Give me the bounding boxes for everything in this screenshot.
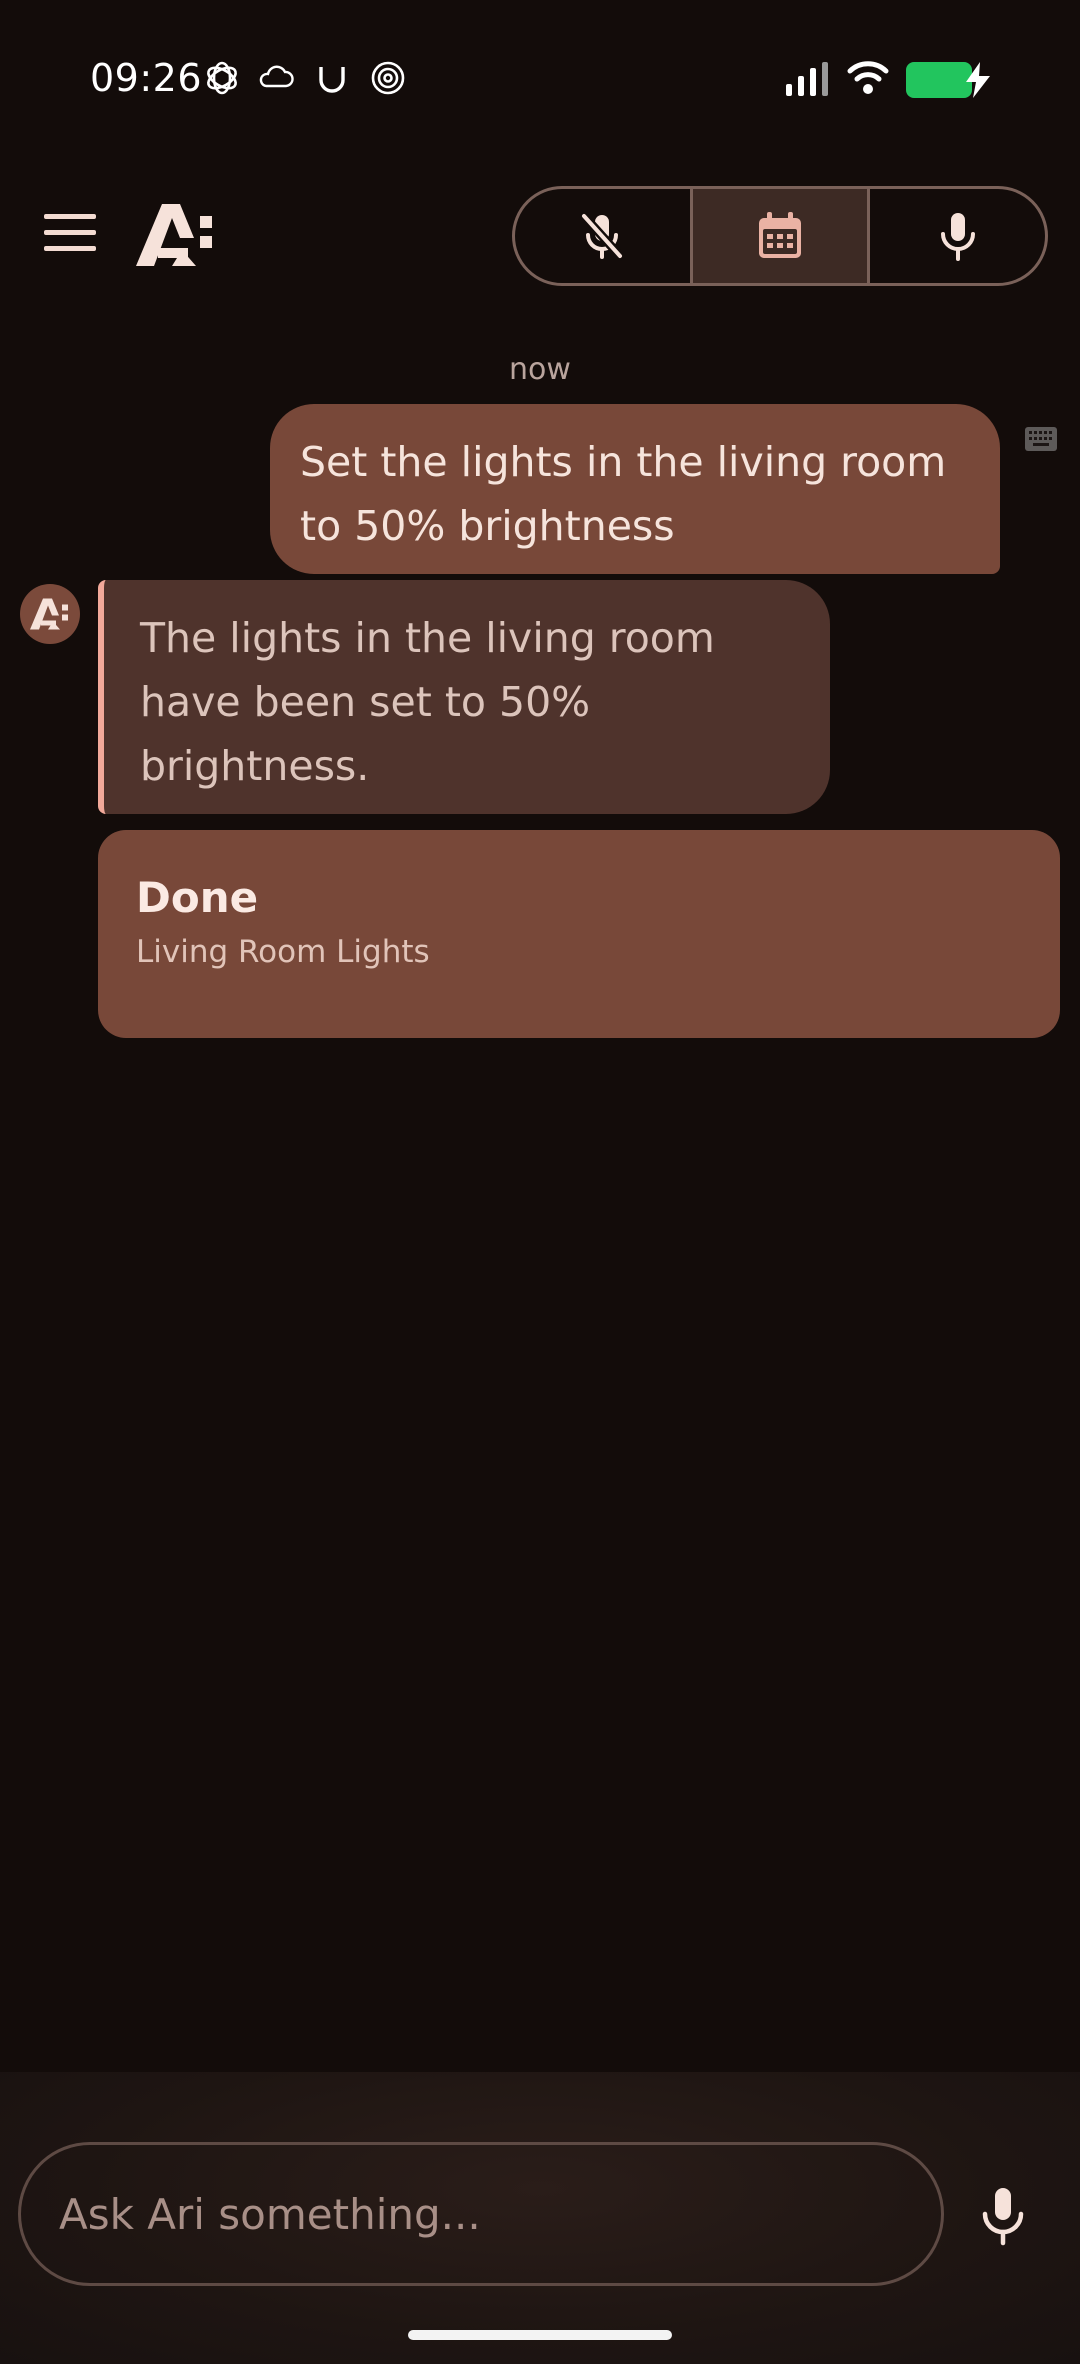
mic-off-icon — [579, 211, 625, 261]
mode-voice-button[interactable] — [867, 189, 1045, 283]
ari-logo-icon — [30, 598, 68, 630]
mode-mute-button[interactable] — [515, 189, 690, 283]
result-title: Done — [136, 873, 259, 922]
spiral-icon — [368, 58, 408, 98]
mic-icon[interactable] — [978, 2186, 1028, 2246]
app-screen: 09:26 now Set the lights in the living r… — [0, 0, 1080, 2364]
ari-logo-icon — [136, 204, 216, 266]
assistant-message-bubble: The lights in the living room have been … — [98, 580, 830, 814]
mode-calendar-button[interactable] — [689, 189, 868, 283]
cloud-icon — [256, 58, 296, 98]
signal-icon — [784, 62, 832, 98]
assistant-avatar — [20, 584, 80, 644]
status-time: 09:26 — [90, 56, 203, 100]
u-logo-icon — [312, 58, 352, 98]
battery-icon — [906, 62, 972, 98]
mode-selector — [512, 186, 1048, 286]
hamburger-menu-icon[interactable] — [44, 214, 96, 260]
status-bar: 09:26 — [0, 0, 1080, 160]
user-message-bubble: Set the lights in the living room to 50%… — [270, 404, 1000, 574]
message-timestamp: now — [509, 352, 571, 387]
calendar-icon — [759, 212, 801, 258]
mic-icon — [940, 213, 975, 261]
keyboard-icon — [1024, 426, 1058, 452]
wifi-icon — [846, 58, 890, 98]
result-card[interactable]: Done Living Room Lights — [98, 830, 1060, 1038]
openai-icon — [202, 58, 242, 98]
charging-bolt-icon — [964, 62, 992, 98]
result-subtitle: Living Room Lights — [136, 934, 430, 970]
home-indicator[interactable] — [408, 2330, 672, 2340]
ask-input[interactable]: Ask Ari something... — [18, 2142, 944, 2286]
